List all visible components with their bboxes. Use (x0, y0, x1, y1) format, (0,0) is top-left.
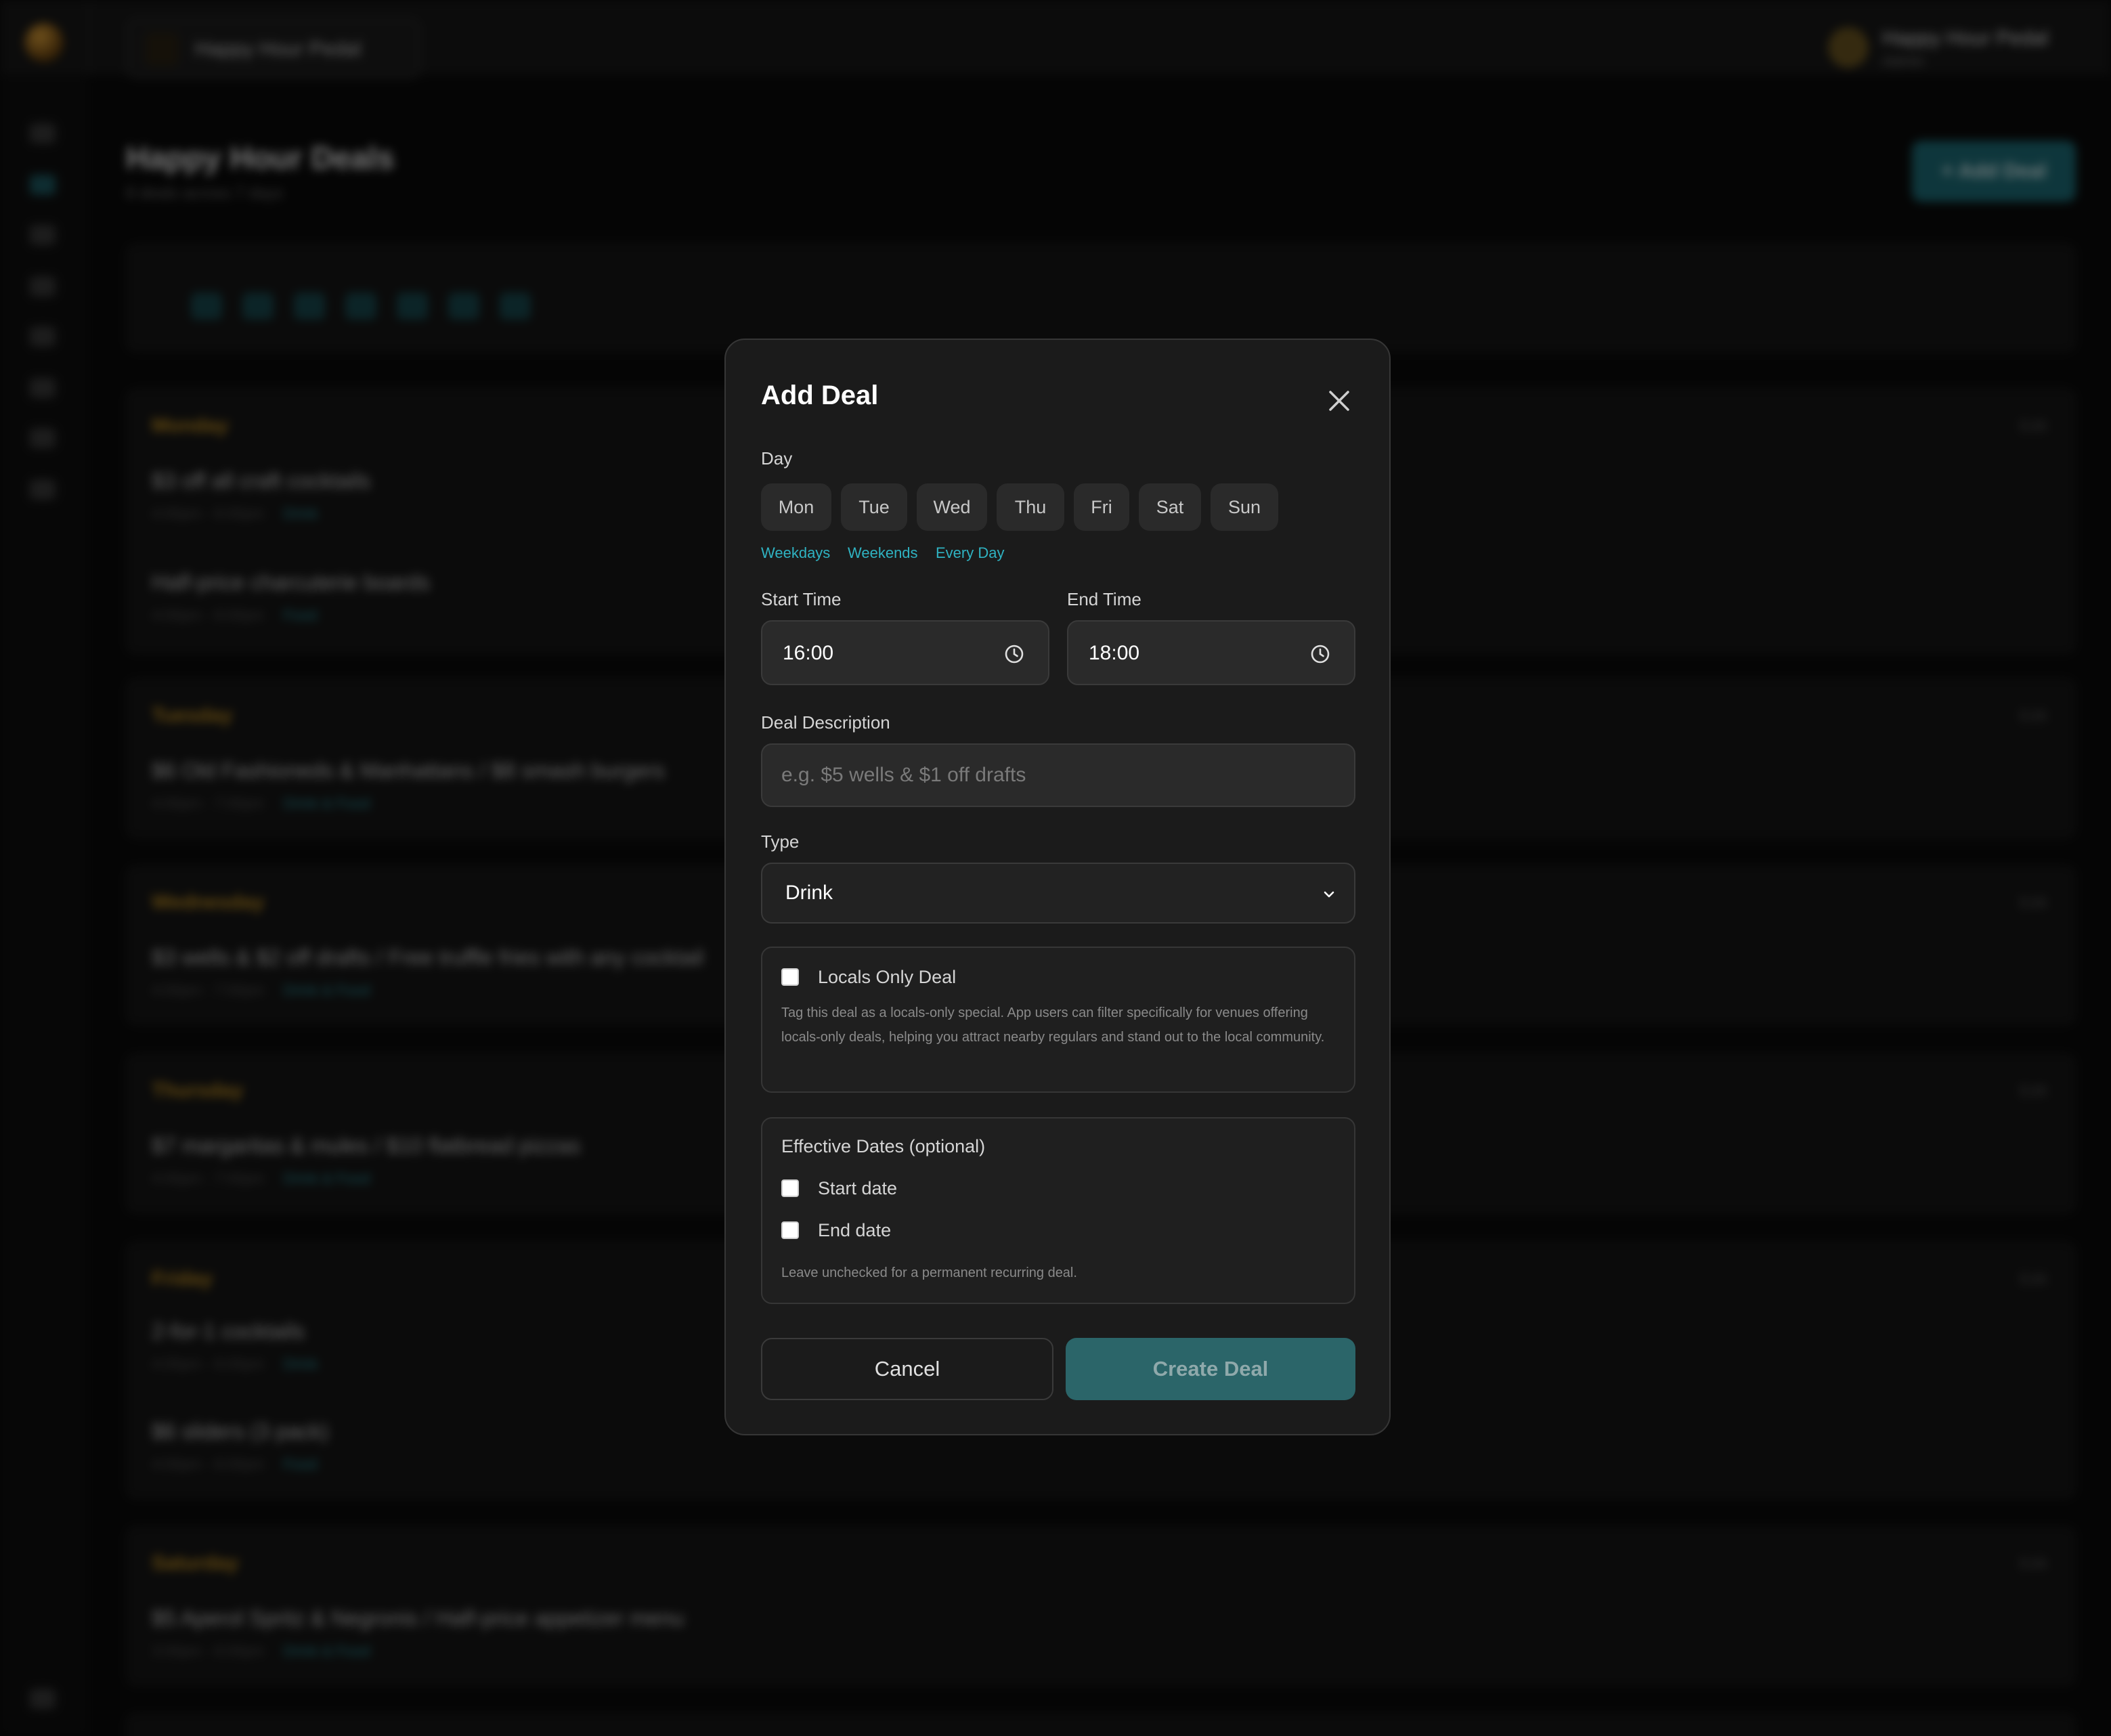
day-button-sat[interactable]: Sat (1139, 483, 1201, 531)
chevron-down-icon (1324, 891, 1334, 898)
start-date-label: Start date (818, 1178, 898, 1198)
day-button-fri[interactable]: Fri (1074, 483, 1129, 531)
end-date-checkbox[interactable] (781, 1221, 799, 1239)
effective-dates-section: Effective Dates (optional) Start date En… (761, 1117, 1355, 1304)
type-select[interactable]: Drink (761, 863, 1355, 924)
end-time-input[interactable]: 18:00 (1067, 620, 1355, 685)
end-time-value: 18:00 (1089, 642, 1140, 664)
locals-only-label: Locals Only Deal (818, 967, 957, 987)
locals-only-checkbox[interactable] (781, 968, 799, 986)
start-time-value: 16:00 (783, 642, 834, 664)
description-label: Deal Description (761, 712, 890, 733)
modal-title: Add Deal (761, 381, 879, 410)
day-button-wed[interactable]: Wed (917, 483, 987, 531)
description-placeholder: e.g. $5 wells & $1 off drafts (781, 764, 1026, 786)
clock-icon[interactable] (1309, 643, 1331, 665)
day-button-mon[interactable]: Mon (761, 483, 831, 531)
clock-icon[interactable] (1003, 643, 1025, 665)
effective-dates-help: Leave unchecked for a permanent recurrin… (781, 1265, 1077, 1280)
end-date-label: End date (818, 1220, 892, 1240)
day-button-tue[interactable]: Tue (841, 483, 907, 531)
cancel-button[interactable]: Cancel (761, 1338, 1053, 1400)
create-deal-button[interactable]: Create Deal (1066, 1338, 1355, 1400)
add-deal-modal: Add Deal Day Mon Tue Wed Thu Fri Sat Sun… (724, 339, 1391, 1435)
start-date-checkbox[interactable] (781, 1179, 799, 1197)
effective-dates-title: Effective Dates (optional) (781, 1136, 986, 1156)
end-time-label: End Time (1067, 589, 1141, 609)
day-button-thu[interactable]: Thu (997, 483, 1064, 531)
day-button-sun[interactable]: Sun (1211, 483, 1278, 531)
type-selected-value: Drink (785, 882, 833, 904)
locals-only-section: Locals Only Deal Tag this deal as a loca… (761, 947, 1355, 1093)
weekends-link[interactable]: Weekends (848, 544, 918, 562)
weekdays-link[interactable]: Weekdays (761, 544, 830, 562)
deal-description-input[interactable]: e.g. $5 wells & $1 off drafts (761, 743, 1355, 807)
start-time-label: Start Time (761, 589, 842, 609)
type-label: Type (761, 831, 800, 852)
locals-only-help: Tag this deal as a locals-only special. … (781, 1005, 1325, 1045)
close-button[interactable] (1319, 381, 1359, 421)
close-icon (1329, 391, 1349, 411)
every-day-link[interactable]: Every Day (936, 544, 1004, 562)
day-label: Day (761, 448, 793, 469)
start-time-input[interactable]: 16:00 (761, 620, 1049, 685)
